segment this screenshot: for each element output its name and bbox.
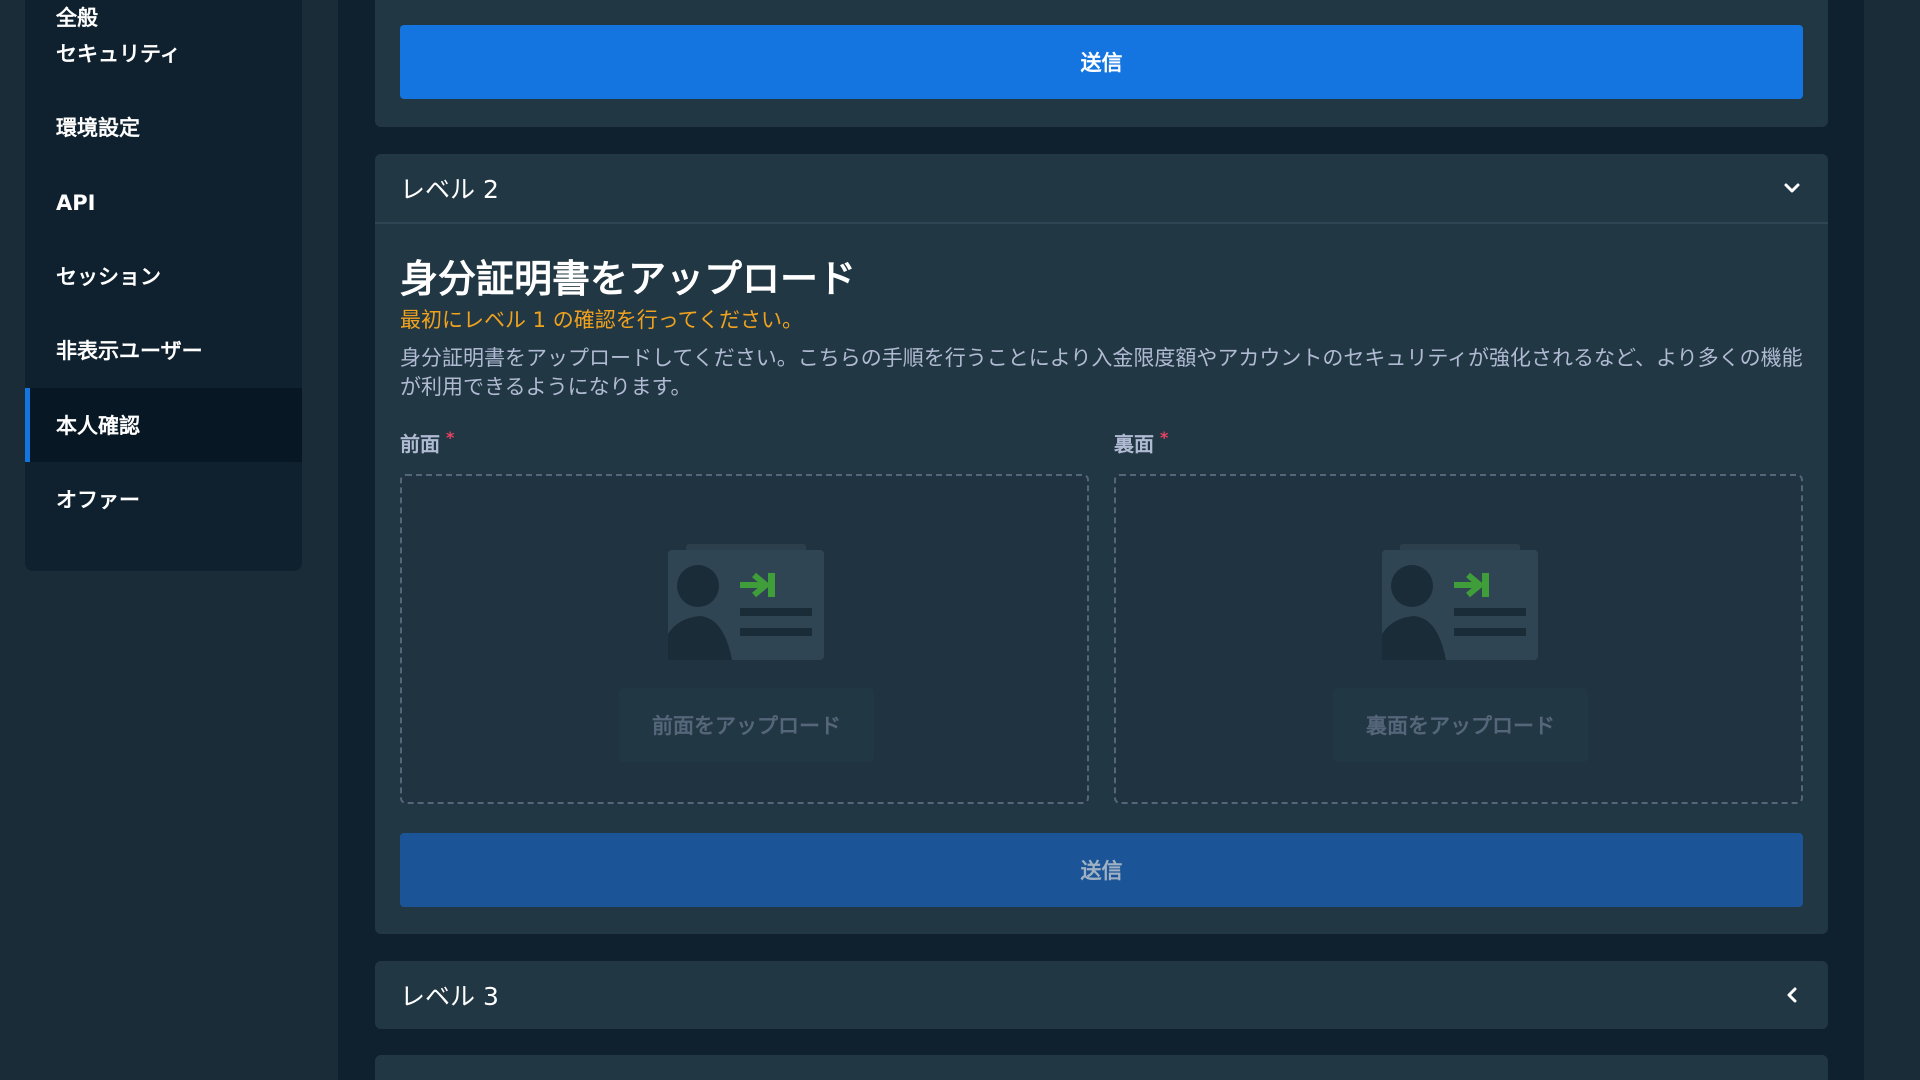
level-2-title: レベル 2 bbox=[400, 175, 499, 204]
sidebar-item-sessions[interactable]: セッション bbox=[25, 239, 302, 313]
sidebar-item-label: セッション bbox=[56, 265, 161, 289]
level-1-required-warning: 最初にレベル 1 の確認を行ってください。 bbox=[400, 308, 804, 332]
id-card-upload-icon bbox=[668, 544, 824, 660]
main-content: 送信 レベル 2 身分証明書をアップロード 最初にレベル 1 の確認を行ってくだ… bbox=[338, 0, 1864, 1080]
upload-description: 身分証明書をアップロードしてください。こちらの手順を行うことにより入金限度額やア… bbox=[400, 346, 1803, 399]
front-dropzone[interactable]: 前面をアップロード bbox=[400, 474, 1089, 804]
level-3-title: レベル 3 bbox=[400, 982, 499, 1011]
level-2-submit-button[interactable]: 送信 bbox=[400, 833, 1803, 907]
level-1-card: 送信 bbox=[375, 0, 1828, 127]
back-dropzone[interactable]: 裏面をアップロード bbox=[1114, 474, 1803, 804]
sidebar-item-label: 非表示ユーザー bbox=[56, 339, 203, 363]
sidebar-item-preferences[interactable]: 環境設定 bbox=[25, 90, 302, 164]
level-3-card: レベル 3 bbox=[375, 961, 1828, 1029]
chevron-left-icon bbox=[1781, 984, 1803, 1006]
back-label: 裏面 * bbox=[1114, 428, 1168, 457]
level-2-accordion-header[interactable]: レベル 2 bbox=[375, 154, 1828, 222]
sidebar-item-offers[interactable]: オファー bbox=[25, 462, 302, 536]
settings-sidebar: 全般 セキュリティ 環境設定 API セッション 非表示ユーザー 本人確認 オフ… bbox=[25, 0, 302, 571]
upload-heading: 身分証明書をアップロード bbox=[400, 257, 857, 301]
level-3-accordion-header[interactable]: レベル 3 bbox=[375, 961, 1828, 1029]
level-1-submit-button[interactable]: 送信 bbox=[400, 25, 1803, 99]
front-label: 前面 * bbox=[400, 428, 454, 457]
front-label-text: 前面 bbox=[400, 432, 440, 456]
sidebar-item-api[interactable]: API bbox=[25, 166, 302, 240]
account-settings-page: 全般 セキュリティ 環境設定 API セッション 非表示ユーザー 本人確認 オフ… bbox=[0, 0, 1920, 1080]
sidebar-item-label: セキュリティ bbox=[56, 42, 181, 66]
sidebar-item-label: オファー bbox=[56, 488, 140, 512]
chevron-down-icon bbox=[1781, 177, 1803, 199]
required-mark: * bbox=[1160, 428, 1169, 447]
level-2-card: レベル 2 身分証明書をアップロード 最初にレベル 1 の確認を行ってください。… bbox=[375, 154, 1828, 934]
sidebar-item-hidden-users[interactable]: 非表示ユーザー bbox=[25, 313, 302, 387]
level-4-card bbox=[375, 1055, 1828, 1080]
accordion-divider bbox=[375, 222, 1828, 224]
front-upload-button[interactable]: 前面をアップロード bbox=[619, 688, 874, 762]
back-label-text: 裏面 bbox=[1114, 432, 1154, 456]
sidebar-item-label: API bbox=[56, 191, 96, 215]
back-upload-button[interactable]: 裏面をアップロード bbox=[1333, 688, 1588, 762]
sidebar-item-security[interactable]: セキュリティ bbox=[25, 16, 302, 90]
sidebar-item-label: 環境設定 bbox=[56, 116, 140, 140]
sidebar-item-verification[interactable]: 本人確認 bbox=[25, 388, 302, 462]
sidebar-item-label: 本人確認 bbox=[56, 414, 140, 438]
required-mark: * bbox=[446, 428, 455, 447]
id-card-upload-icon bbox=[1382, 544, 1538, 660]
